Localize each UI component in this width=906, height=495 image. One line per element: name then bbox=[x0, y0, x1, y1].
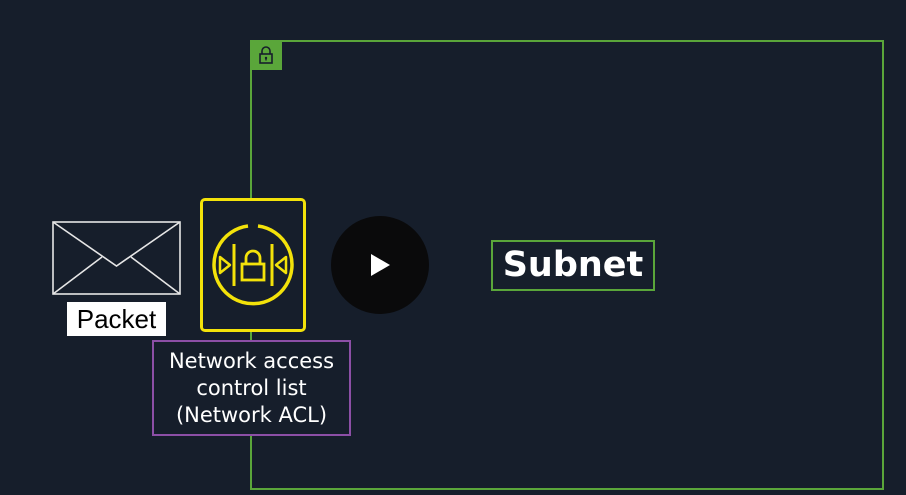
subnet-lock-badge bbox=[250, 40, 282, 70]
network-acl-label: Network access control list (Network ACL… bbox=[152, 340, 351, 436]
envelope-icon bbox=[52, 221, 181, 295]
network-acl-label-line-1: Network access bbox=[168, 349, 335, 373]
subnet-label: Subnet bbox=[491, 240, 655, 291]
network-acl-tile bbox=[200, 198, 306, 332]
network-acl-icon bbox=[212, 224, 294, 306]
diagram-canvas: Subnet Packet Network access control lis… bbox=[0, 0, 906, 495]
play-icon bbox=[371, 254, 390, 276]
packet-envelope bbox=[52, 221, 181, 295]
play-button[interactable] bbox=[331, 216, 429, 314]
network-acl-label-line-2: control list bbox=[196, 376, 307, 400]
lock-icon bbox=[259, 46, 273, 64]
network-acl-label-line-3: (Network ACL) bbox=[175, 403, 328, 427]
packet-label: Packet bbox=[67, 302, 166, 336]
